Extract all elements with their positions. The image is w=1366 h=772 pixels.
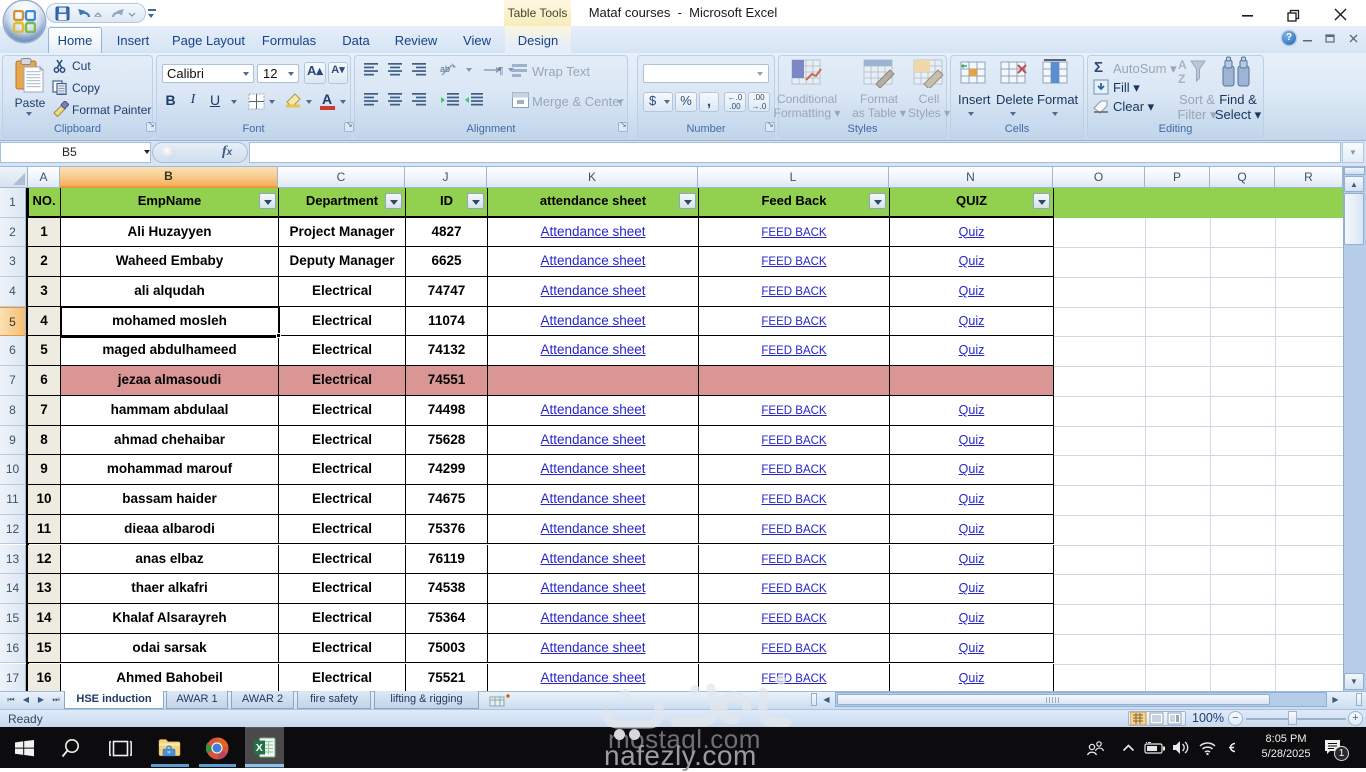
svg-text:ab: ab <box>440 64 450 74</box>
svg-text:¶: ¶ <box>498 66 503 77</box>
svg-text:X: X <box>256 742 263 754</box>
svg-text:Z: Z <box>1178 72 1185 86</box>
svg-text:A: A <box>1178 58 1187 72</box>
